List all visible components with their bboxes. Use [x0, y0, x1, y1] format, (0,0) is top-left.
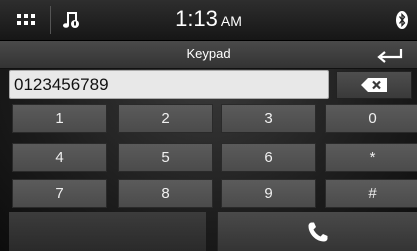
- clock-time: 1:13: [175, 6, 218, 31]
- key-8[interactable]: 8: [118, 179, 213, 208]
- key-4[interactable]: 4: [12, 143, 107, 172]
- page-title: Keypad: [186, 46, 231, 61]
- key-5[interactable]: 5: [118, 143, 213, 172]
- key-9[interactable]: 9: [221, 179, 316, 208]
- backspace-icon: [361, 78, 387, 92]
- back-arrow-icon: [377, 48, 403, 63]
- phone-number-value: 0123456789: [14, 75, 109, 94]
- key-6[interactable]: 6: [221, 143, 316, 172]
- phone-number-field[interactable]: 0123456789: [9, 70, 329, 99]
- key-star[interactable]: *: [325, 143, 417, 172]
- key-2[interactable]: 2: [118, 104, 213, 133]
- clock: 1:13 AM: [0, 6, 417, 32]
- status-bar: 1:13 AM: [0, 0, 417, 41]
- back-button[interactable]: [368, 44, 412, 65]
- bottom-bar-empty: [9, 212, 206, 251]
- key-7[interactable]: 7: [12, 179, 107, 208]
- key-3[interactable]: 3: [221, 104, 316, 133]
- clock-ampm: AM: [220, 13, 242, 29]
- call-button[interactable]: [217, 212, 417, 251]
- key-1[interactable]: 1: [12, 104, 107, 133]
- bluetooth-icon: [396, 11, 408, 29]
- phone-icon: [308, 222, 327, 241]
- keypad-screen: 1:13 AM Keypad 0123456789 1 2 3 0 4 5 6 *…: [0, 0, 417, 251]
- key-0[interactable]: 0: [325, 104, 417, 133]
- delete-button[interactable]: [336, 71, 412, 99]
- key-hash[interactable]: #: [325, 179, 417, 208]
- title-bar: Keypad: [0, 41, 417, 69]
